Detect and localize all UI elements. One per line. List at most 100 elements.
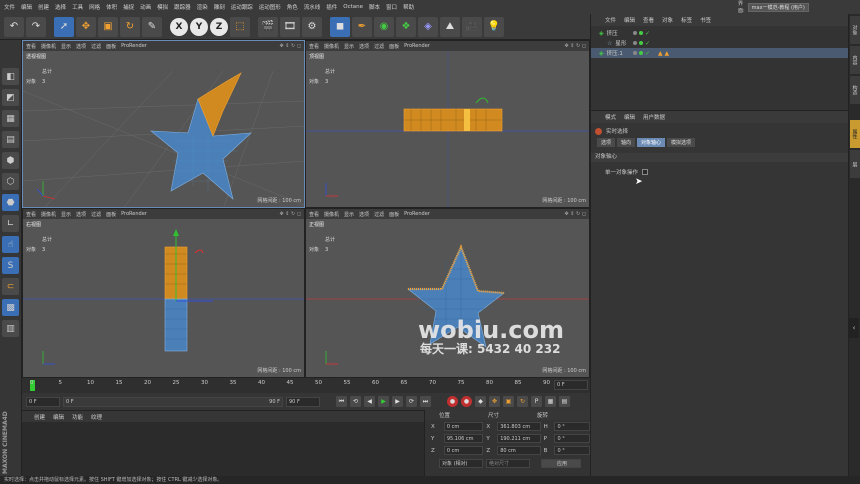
menu-item[interactable]: 运动图形: [259, 3, 281, 11]
menu-item[interactable]: 体积: [106, 3, 117, 11]
go-to-end-icon[interactable]: ⏭: [420, 396, 431, 407]
undo-button[interactable]: ↶: [4, 16, 24, 37]
cloner-icon[interactable]: ❖: [396, 16, 416, 37]
object-menu-item[interactable]: 文件: [605, 16, 616, 24]
scale-tool-icon[interactable]: ▣: [98, 16, 118, 37]
polygons-mode-icon[interactable]: ⬣: [2, 194, 19, 211]
collapse-arrow-icon[interactable]: ‹: [849, 318, 859, 338]
coordinate-system-icon[interactable]: ⬚: [230, 16, 250, 37]
position-field[interactable]: 0 cm: [443, 446, 484, 455]
object-row[interactable]: ◈ 挤压.1 ✓ ▲ ▲: [591, 48, 848, 58]
light-icon[interactable]: 💡: [484, 16, 504, 37]
menu-item[interactable]: 网格: [89, 3, 100, 11]
axis-x-button[interactable]: X: [170, 17, 188, 36]
viewport-menu-item[interactable]: 面板: [106, 43, 116, 50]
pen-spline-icon[interactable]: ✒: [352, 16, 372, 37]
option-checkbox[interactable]: [642, 169, 649, 175]
attribute-tab[interactable]: 选项: [597, 138, 616, 147]
apply-button[interactable]: 应用: [541, 459, 581, 468]
editor-visibility-icon[interactable]: [633, 31, 637, 35]
viewport-menu-item[interactable]: 选项: [359, 211, 369, 218]
viewport-menu-item[interactable]: 面板: [389, 211, 399, 218]
select-tool-icon[interactable]: ➚: [54, 16, 74, 37]
render-visibility-icon[interactable]: [639, 51, 643, 55]
menu-item[interactable]: 窗口: [386, 3, 397, 11]
viewport-menu-item[interactable]: 过滤: [91, 211, 101, 218]
menu-item[interactable]: 文件: [4, 3, 15, 11]
viewport-menu-item[interactable]: 面板: [106, 211, 116, 218]
size-field[interactable]: 361.803 cm: [497, 422, 541, 431]
keyframe-position-icon[interactable]: ✥: [489, 396, 500, 407]
viewport-menu-item[interactable]: 显示: [344, 43, 354, 50]
menu-item[interactable]: 模拟: [157, 3, 168, 11]
viewport-menu-item[interactable]: 显示: [61, 211, 71, 218]
viewport-menu-item[interactable]: 查看: [26, 43, 36, 50]
menu-item[interactable]: 流水线: [304, 3, 321, 11]
coord-mode-dropdown[interactable]: 对象 (相对): [439, 459, 483, 468]
keyframe-pla-icon[interactable]: ▦: [545, 396, 556, 407]
rotation-field[interactable]: 0 °: [554, 446, 590, 455]
autokey-icon[interactable]: ●: [461, 396, 472, 407]
workplane-icon[interactable]: ▤: [2, 131, 19, 148]
render-view-icon[interactable]: 🎬: [258, 16, 278, 37]
viewport-menu-item[interactable]: ProRender: [121, 211, 147, 217]
rotate-tool-icon[interactable]: ↻: [120, 16, 140, 37]
go-to-start-icon[interactable]: ⏮: [336, 396, 347, 407]
start-frame-field[interactable]: 0 F: [26, 396, 60, 407]
keyframe-rotation-icon[interactable]: ↻: [517, 396, 528, 407]
edges-mode-icon[interactable]: ⬡: [2, 173, 19, 190]
viewport-menu-item[interactable]: 摄像机: [41, 43, 56, 50]
viewport-nav-icon[interactable]: ✥ ⇕ ↻ ◻: [565, 211, 587, 217]
enabled-check-icon[interactable]: ✓: [645, 40, 650, 47]
viewport-menu-item[interactable]: 摄像机: [41, 211, 56, 218]
side-tab-attributes[interactable]: 属性: [850, 120, 860, 148]
material-menu-item[interactable]: 功能: [72, 413, 83, 421]
tweak-mode-icon[interactable]: ☝: [2, 236, 19, 253]
next-key-icon[interactable]: ⟳: [406, 396, 417, 407]
viewport-menu-item[interactable]: 显示: [61, 43, 71, 50]
side-tab-structure[interactable]: 构造: [850, 76, 860, 104]
menu-item[interactable]: 插件: [326, 3, 337, 11]
axis-mode-icon[interactable]: ∟: [2, 215, 19, 232]
menu-item[interactable]: 捕捉: [123, 3, 134, 11]
axis-z-button[interactable]: Z: [210, 17, 228, 36]
position-field[interactable]: 95.106 cm: [443, 434, 484, 443]
viewport-menu-item[interactable]: 摄像机: [324, 211, 339, 218]
viewport-menu-item[interactable]: 过滤: [374, 211, 384, 218]
menu-item[interactable]: 跟踪器: [174, 3, 191, 11]
current-frame-field[interactable]: 0 F 90 F: [63, 396, 283, 407]
render-visibility-icon[interactable]: [639, 31, 643, 35]
size-mode-dropdown[interactable]: 绝对尺寸: [486, 459, 530, 468]
render-visibility-icon[interactable]: [639, 41, 643, 45]
viewport-menu-item[interactable]: ProRender: [121, 43, 147, 49]
next-frame-icon[interactable]: ▶: [392, 396, 403, 407]
viewport-menu-item[interactable]: 过滤: [91, 43, 101, 50]
attribute-tab[interactable]: 模拟选项: [667, 138, 696, 147]
attribute-tab[interactable]: 轴向: [617, 138, 636, 147]
editor-visibility-icon[interactable]: [633, 51, 637, 55]
viewport-nav-icon[interactable]: ✥ ⇕ ↻ ◻: [280, 43, 302, 49]
prev-frame-icon[interactable]: ◀: [364, 396, 375, 407]
attribute-menu-item[interactable]: 编辑: [624, 113, 635, 121]
material-menu-item[interactable]: 纹理: [91, 413, 102, 421]
viewport-menu-item[interactable]: 选项: [359, 43, 369, 50]
texture-mode-icon[interactable]: ▦: [2, 110, 19, 127]
visibility-toggles[interactable]: ✓ ▲ ▲: [633, 50, 669, 57]
menu-item[interactable]: Octane: [343, 4, 363, 10]
viewport-perspective[interactable]: 查看 摄像机 显示 选项 过滤 面板 ProRender ✥ ⇕ ↻ ◻ 透视视图 总计 对象…: [22, 40, 305, 208]
viewport-menu-item[interactable]: 过滤: [374, 43, 384, 50]
object-menu-item[interactable]: 对象: [662, 16, 673, 24]
attribute-tab[interactable]: 对象轴心: [637, 138, 666, 147]
model-mode-icon[interactable]: ◩: [2, 89, 19, 106]
points-mode-icon[interactable]: ⬢: [2, 152, 19, 169]
viewport-menu-item[interactable]: ProRender: [404, 211, 430, 217]
menu-item[interactable]: 创建: [38, 3, 49, 11]
material-menu-item[interactable]: 创建: [34, 413, 45, 421]
magnet-icon[interactable]: ⊂: [2, 278, 19, 295]
subdivision-icon[interactable]: ◉: [374, 16, 394, 37]
menu-item[interactable]: 角色: [287, 3, 298, 11]
cube-primitive-icon[interactable]: ◼: [330, 16, 350, 37]
timeline-end-field[interactable]: 0 F: [554, 380, 588, 390]
layout-dropdown[interactable]: max一模范-教程 (用户): [747, 2, 809, 12]
viewport-top[interactable]: 查看 摄像机 显示 选项 过滤 面板 ProRender ✥ ⇕ ↻ ◻ 顶视图 总计 对象 3…: [305, 40, 590, 208]
